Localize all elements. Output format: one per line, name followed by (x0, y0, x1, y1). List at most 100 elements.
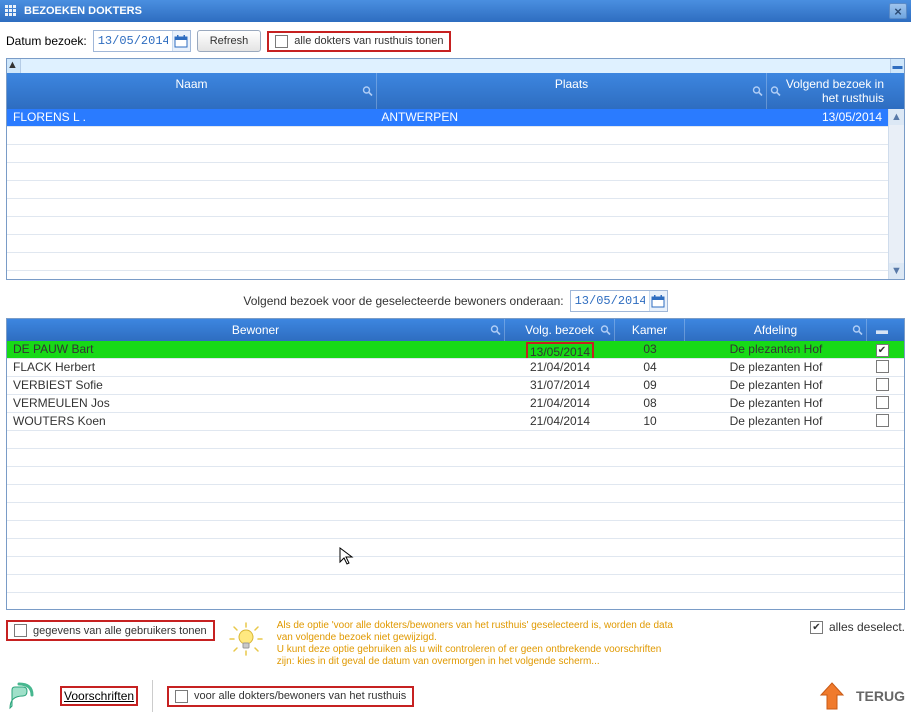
row-checkbox[interactable] (876, 414, 889, 427)
highlight-volg-bezoek: 13/05/2014 (526, 342, 594, 358)
col-kamer[interactable]: Kamer (615, 319, 685, 341)
cell-bewoner (7, 539, 505, 556)
residents-grid-body[interactable]: DE PAUW Bart 13/05/2014 03 De plezanten Hof… (7, 341, 904, 609)
all-doctors-checkbox[interactable]: alle dokters van rusthuis tonen (275, 35, 443, 48)
row-checkbox[interactable] (876, 378, 889, 391)
cell-check (867, 485, 897, 502)
cell-kamer (615, 557, 685, 574)
cell-volg-bezoek: 13/05/2014 (505, 341, 615, 358)
cell-check (867, 359, 897, 376)
table-row[interactable] (7, 181, 888, 199)
cell-volgend (764, 181, 888, 198)
search-icon[interactable] (600, 325, 611, 336)
table-row[interactable] (7, 539, 904, 557)
cell-afdeling: De plezanten Hof (685, 395, 867, 412)
row-checkbox[interactable] (876, 360, 889, 373)
row-checkbox[interactable] (876, 396, 889, 409)
grid-collapse-button[interactable]: ▬ (890, 59, 904, 73)
deselect-all-checkbox[interactable]: alles deselect. (810, 620, 905, 634)
cell-volgend (764, 271, 888, 279)
visit-date-input[interactable] (94, 31, 172, 51)
table-row[interactable]: VERBIEST Sofie31/07/201409De plezanten H… (7, 377, 904, 395)
col-volgend-bezoek[interactable]: Volgend bezoek in het rusthuis (767, 73, 892, 109)
cell-bewoner: DE PAUW Bart (7, 341, 505, 358)
next-visit-date-input[interactable] (571, 291, 649, 311)
table-row[interactable] (7, 467, 904, 485)
cell-afdeling: De plezanten Hof (685, 377, 867, 394)
search-icon[interactable] (752, 86, 763, 97)
voorschriften-link[interactable]: Voorschriften (64, 689, 134, 703)
cell-plaats (375, 181, 763, 198)
table-row[interactable] (7, 521, 904, 539)
separator (152, 680, 153, 712)
cell-volgend (764, 217, 888, 234)
cell-plaats (375, 271, 763, 279)
search-icon[interactable] (362, 86, 373, 97)
prescription-icon[interactable] (6, 680, 46, 712)
back-arrow-icon (814, 678, 850, 714)
cell-check (867, 521, 897, 538)
visit-date-field[interactable] (93, 30, 191, 52)
table-row[interactable] (7, 575, 904, 593)
search-icon[interactable] (490, 325, 501, 336)
table-row[interactable]: DE PAUW Bart13/05/201403De plezanten Hof (7, 341, 904, 359)
next-visit-date-field[interactable] (570, 290, 668, 312)
table-row[interactable] (7, 449, 904, 467)
table-row[interactable]: FLORENS L .ANTWERPEN13/05/2014 (7, 109, 888, 127)
calendar-icon[interactable] (649, 291, 667, 311)
table-row[interactable] (7, 485, 904, 503)
col-bewoner[interactable]: Bewoner (7, 319, 505, 341)
cell-volg-bezoek (505, 503, 615, 520)
cell-volg-bezoek: 21/04/2014 (505, 395, 615, 412)
calendar-icon[interactable] (172, 31, 190, 51)
cell-bewoner: VERBIEST Sofie (7, 377, 505, 394)
table-row[interactable] (7, 127, 888, 145)
cell-bewoner (7, 485, 505, 502)
cell-volg-bezoek (505, 557, 615, 574)
scroll-down-icon[interactable]: ▼ (889, 263, 904, 279)
table-row[interactable] (7, 145, 888, 163)
table-row[interactable] (7, 253, 888, 271)
table-row[interactable] (7, 271, 888, 279)
row-checkbox[interactable] (876, 344, 889, 357)
window-close-button[interactable]: × (889, 3, 907, 19)
collapse-icon[interactable]: ▬ (876, 323, 888, 337)
cell-kamer (615, 521, 685, 538)
grid-scrollbar[interactable]: ▲ ▼ (888, 109, 904, 279)
show-all-users-checkbox[interactable]: gegevens van alle gebruikers tonen (14, 624, 207, 637)
cell-kamer: 03 (615, 341, 685, 358)
table-row[interactable]: FLACK Herbert21/04/201404De plezanten Ho… (7, 359, 904, 377)
table-row[interactable] (7, 503, 904, 521)
cell-volgend (764, 163, 888, 180)
cell-kamer: 09 (615, 377, 685, 394)
search-icon[interactable] (770, 86, 781, 97)
table-row[interactable] (7, 431, 904, 449)
cell-volg-bezoek: 31/07/2014 (505, 377, 615, 394)
table-row[interactable] (7, 163, 888, 181)
col-plaats[interactable]: Plaats (377, 73, 767, 109)
col-afdeling[interactable]: Afdeling (685, 319, 867, 341)
table-row[interactable]: VERMEULEN Jos21/04/201408De plezanten Ho… (7, 395, 904, 413)
doctors-grid-body[interactable]: FLORENS L .ANTWERPEN13/05/2014 (7, 109, 888, 279)
col-volg-bezoek[interactable]: Volg. bezoek (505, 319, 615, 341)
search-icon[interactable] (852, 325, 863, 336)
col-naam[interactable]: Naam (7, 73, 377, 109)
cell-bewoner (7, 431, 505, 448)
table-row[interactable] (7, 199, 888, 217)
col-check[interactable]: ▬ (867, 319, 897, 341)
highlight-all-doctors-option: alle dokters van rusthuis tonen (267, 31, 451, 52)
table-row[interactable] (7, 235, 888, 253)
table-row[interactable]: WOUTERS Koen21/04/201410De plezanten Hof (7, 413, 904, 431)
refresh-button[interactable]: Refresh (197, 30, 262, 52)
table-row[interactable] (7, 217, 888, 235)
highlight-voorschriften: Voorschriften (60, 686, 138, 706)
cell-afdeling (685, 503, 867, 520)
back-button[interactable]: TERUG (814, 678, 905, 714)
scroll-up-icon[interactable]: ▲ (889, 109, 904, 125)
cell-bewoner (7, 557, 505, 574)
grid-corner-button[interactable]: ▲ (7, 59, 21, 73)
table-row[interactable] (7, 557, 904, 575)
table-row[interactable] (7, 593, 904, 609)
for-all-doctors-checkbox[interactable]: voor alle dokters/bewoners van het rusth… (175, 690, 406, 703)
cell-naam (7, 163, 375, 180)
